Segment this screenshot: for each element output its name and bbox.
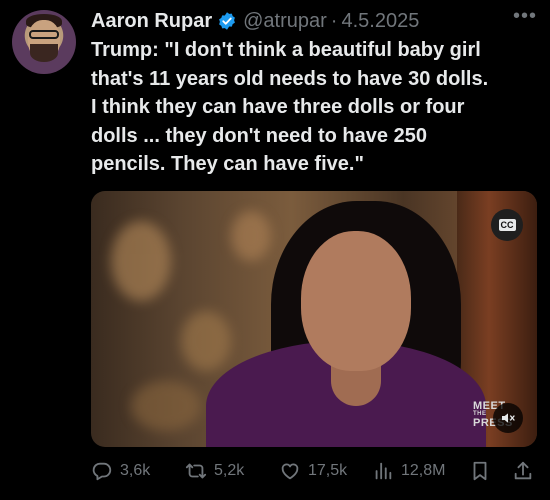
retweet-button[interactable]: 5,2k: [185, 458, 244, 484]
person-face: [301, 231, 411, 371]
tweet-text-line: Trump: "I don't think a beautiful baby g…: [91, 39, 481, 61]
tweet-text-line: that's 11 years old needs to have 30 dol…: [91, 67, 489, 90]
video-player[interactable]: CC MEET THE PRESS: [91, 191, 537, 447]
author-name[interactable]: Aaron Rupar: [91, 10, 212, 33]
cc-label: CC: [498, 219, 516, 231]
bookmark-icon: [473, 461, 487, 481]
background-light: [131, 381, 201, 431]
share-button[interactable]: [512, 458, 534, 484]
like-button[interactable]: 17,5k: [279, 458, 347, 484]
tweet-actions: 3,6k 5,2k 17,5k 12,8M: [91, 458, 541, 484]
author-avatar[interactable]: [12, 10, 76, 74]
avatar-beard: [30, 44, 58, 62]
views-button[interactable]: 12,8M: [372, 458, 445, 484]
background-light: [111, 221, 171, 301]
separator-dot: ·: [330, 9, 338, 32]
tweet-date[interactable]: 4.5.2025: [341, 10, 419, 33]
more-options-icon[interactable]: •••: [513, 6, 537, 28]
retweet-icon: [185, 463, 207, 479]
avatar-glasses: [29, 30, 59, 39]
tweet-text: Trump: "I don't think a beautiful baby g…: [91, 36, 541, 179]
heart-icon: [281, 463, 299, 480]
closed-captions-button[interactable]: CC: [491, 209, 523, 241]
retweet-count: 5,2k: [214, 462, 245, 479]
background-light: [181, 311, 231, 371]
bookmark-button[interactable]: [469, 458, 491, 484]
share-icon: [514, 461, 532, 480]
like-count: 17,5k: [308, 462, 348, 479]
views-chart-icon: [375, 462, 392, 480]
mute-button[interactable]: [493, 403, 523, 433]
tweet-text-line: I think they can have three dolls or fou…: [91, 96, 465, 118]
speaker-muted-icon: [502, 413, 515, 423]
reply-count: 3,6k: [120, 462, 151, 479]
background-light: [231, 211, 271, 261]
tweet-text-line: dolls ... they don't need to have 250: [91, 124, 427, 147]
verified-badge-icon: [219, 12, 236, 30]
tweet-header: Aaron Rupar @atrupar · 4.5.2025: [91, 8, 419, 34]
reply-button[interactable]: 3,6k: [91, 458, 150, 484]
views-count: 12,8M: [401, 462, 446, 479]
author-handle[interactable]: @atrupar: [243, 10, 327, 33]
tweet-text-line: pencils. They can have five.": [91, 153, 364, 175]
reply-icon: [92, 462, 112, 481]
